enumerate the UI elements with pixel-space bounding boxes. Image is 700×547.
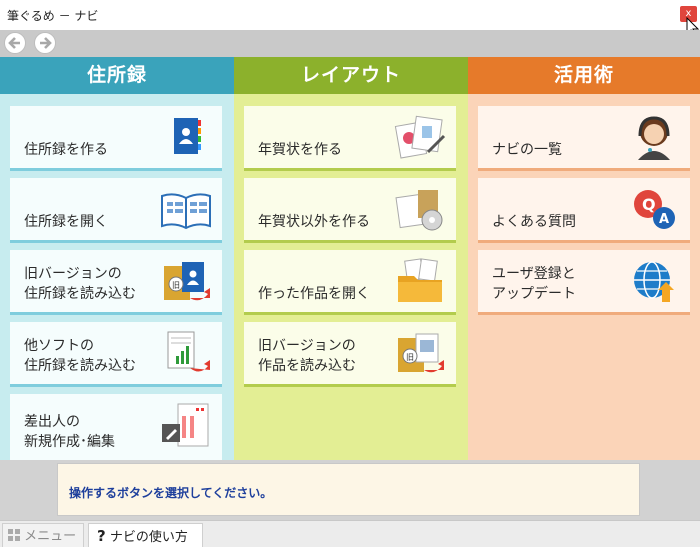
create-address-book-button[interactable]: 住所録を作る [10,106,222,171]
forward-button[interactable] [34,32,56,54]
button-label: 年賀状以外を作る [258,214,370,230]
qa-icon: Q A [634,190,675,229]
arrow-left-icon [8,37,20,49]
grid-icon [8,529,20,541]
new-year-card-icon [394,115,446,159]
title-bar: 筆ぐるめ － ナビ x [0,0,700,38]
tips-column: 活用術 ナビの一覧 よくある質問 Q A ユーザ登録と アップデート [468,57,700,460]
back-button[interactable] [4,32,26,54]
tab-label: メニュー [24,529,77,544]
button-label: よくある質問 [492,214,576,230]
svg-text:旧: 旧 [172,281,180,290]
app-window: 筆ぐるめ － ナビ x 住所録 住所録を作る 住所録を開く 旧バージョンの 住所… [0,0,700,547]
open-address-book-button[interactable]: 住所録を開く [10,178,222,243]
help-icon: ? [97,527,106,545]
faq-button[interactable]: よくある質問 Q A [478,178,690,243]
import-old-work-button[interactable]: 旧バージョンの 作品を読み込む 旧 [244,322,456,387]
import-other-software-button[interactable]: 他ソフトの 住所録を読み込む [10,322,222,387]
svg-text:A: A [659,212,669,227]
sender-edit-button[interactable]: 差出人の 新規作成･編集 [10,394,222,460]
bottom-tab-bar: メニュー ? ナビの使い方 [0,520,700,547]
open-folder-icon [398,258,442,302]
import-old-addressbook-icon: 旧 [164,262,210,301]
other-cards-icon [395,190,443,231]
sender-edit-icon [162,403,209,447]
info-box: 操作するボタンを選択してください。 [57,463,640,516]
window-title: 筆ぐるめ － ナビ [7,9,99,23]
tab-label: ナビの使い方 [109,530,188,545]
open-book-icon [161,193,211,230]
button-label: 住所録を作る [24,142,108,158]
status-area: 操作するボタンを選択してください。 [0,460,700,520]
operator-icon [638,116,670,160]
import-other-software-icon [167,331,210,372]
info-message: 操作するボタンを選択してください。 [69,486,273,500]
import-old-address-book-button[interactable]: 旧バージョンの 住所録を読み込む 旧 [10,250,222,315]
address-book-column: 住所録 住所録を作る 住所録を開く 旧バージョンの 住所録を読み込む 旧 他ソフ… [0,57,234,460]
create-other-cards-button[interactable]: 年賀状以外を作る [244,178,456,243]
tab-navi-help[interactable]: ? ナビの使い方 [88,523,203,547]
button-label: ユーザ登録と アップデート [492,266,576,302]
button-label: 旧バージョンの 作品を読み込む [258,338,356,374]
column-title: レイアウト [234,57,468,94]
user-registration-update-button[interactable]: ユーザ登録と アップデート [478,250,690,315]
navi-list-button[interactable]: ナビの一覧 [478,106,690,171]
button-label: ナビの一覧 [492,142,562,158]
button-label: 住所録を開く [24,214,108,230]
layout-column: レイアウト 年賀状を作る 年賀状以外を作る 作った作品を開く 旧バージョンの 作… [234,57,468,460]
button-label: 差出人の 新規作成･編集 [24,414,115,450]
tab-menu[interactable]: メニュー [2,523,84,547]
navigation-bar [0,30,700,57]
arrow-right-icon [40,37,52,49]
create-new-year-card-button[interactable]: 年賀状を作る [244,106,456,171]
button-label: 年賀状を作る [258,142,342,158]
globe-update-icon [634,261,674,302]
open-created-work-button[interactable]: 作った作品を開く [244,250,456,315]
import-old-work-icon: 旧 [398,333,444,373]
svg-text:Q: Q [642,195,656,214]
button-label: 他ソフトの 住所録を読み込む [24,338,136,374]
column-title: 活用術 [468,57,700,94]
address-book-icon [174,118,201,154]
column-title: 住所録 [0,57,234,94]
svg-text:旧: 旧 [406,353,414,362]
button-label: 旧バージョンの 住所録を読み込む [24,266,136,302]
button-label: 作った作品を開く [258,286,370,302]
